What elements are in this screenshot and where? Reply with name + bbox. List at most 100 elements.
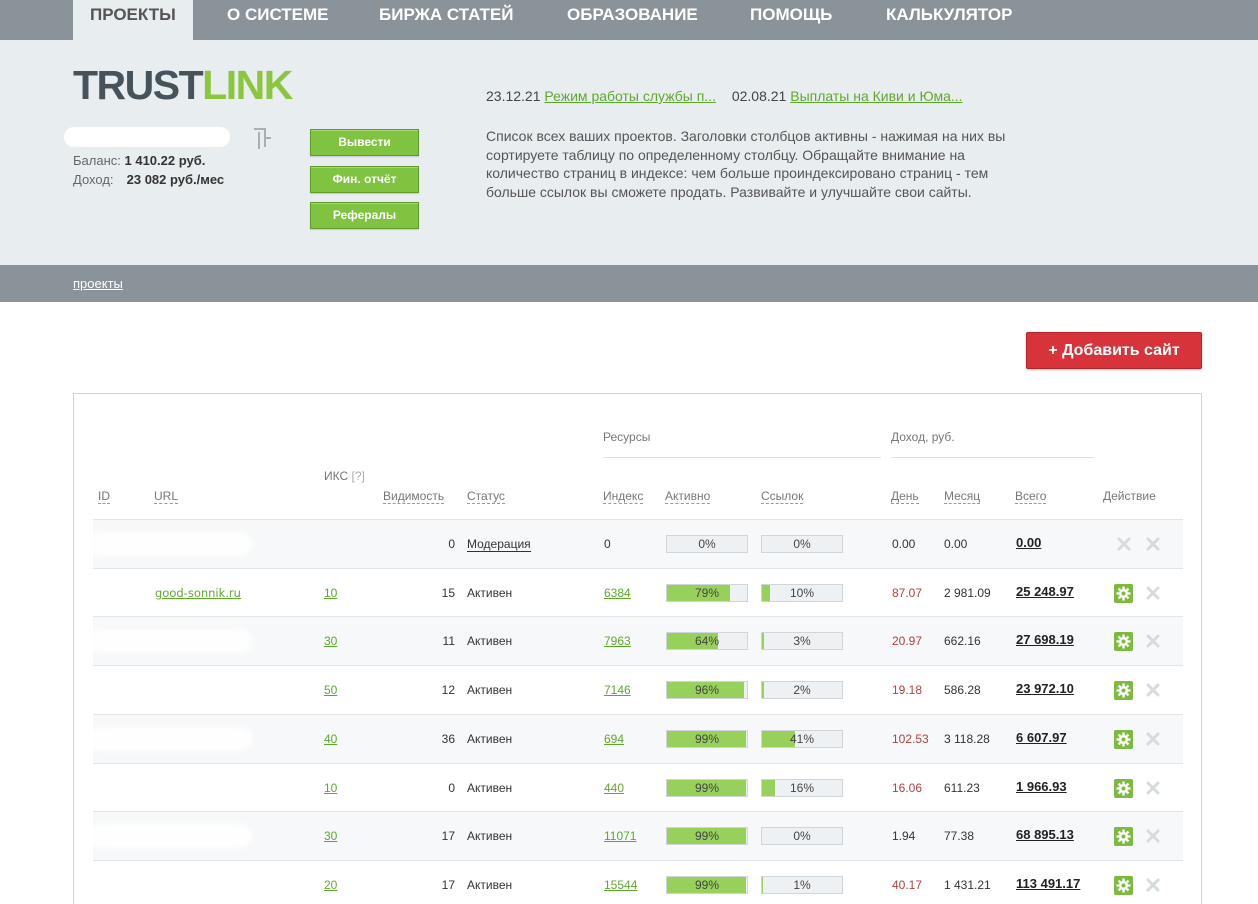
tab-about[interactable]: О СИСТЕМЕ: [227, 0, 329, 40]
delete-icon[interactable]: [1145, 536, 1161, 552]
settings-gear-icon[interactable]: [1114, 584, 1133, 603]
income-total-link[interactable]: 25 248.97: [1016, 585, 1074, 599]
breadcrumb-projects[interactable]: проекты: [73, 276, 123, 291]
col-visibility[interactable]: Видимость: [383, 489, 445, 504]
visibility-value: 0: [448, 537, 455, 551]
iks-link[interactable]: 30: [324, 634, 337, 648]
iks-link[interactable]: 30: [324, 829, 337, 843]
financial-report-button[interactable]: Фин. отчёт: [310, 166, 419, 193]
delete-icon[interactable]: [1145, 877, 1161, 893]
iks-help-link[interactable]: [?]: [352, 469, 365, 483]
tab-article-exchange[interactable]: БИРЖА СТАТЕЙ: [379, 0, 513, 40]
iks-link[interactable]: 20: [324, 878, 337, 892]
tab-help[interactable]: ПОМОЩЬ: [750, 0, 832, 40]
referrals-button[interactable]: Рефералы: [310, 202, 419, 229]
income-total-link[interactable]: 0.00: [1016, 536, 1041, 550]
hidden-project-name: [93, 827, 249, 845]
iks-link[interactable]: 40: [324, 732, 337, 746]
index-link[interactable]: 7146: [604, 683, 631, 697]
col-links[interactable]: Ссылок: [761, 489, 804, 504]
settings-gear-icon[interactable]: [1114, 779, 1133, 798]
income-total-link[interactable]: 1 966.93: [1016, 780, 1067, 794]
active-percent: 99%: [694, 878, 720, 892]
settings-gear-icon[interactable]: [1114, 827, 1133, 846]
index-link[interactable]: 440: [604, 781, 624, 795]
settings-gear-icon[interactable]: [1114, 632, 1133, 651]
breadcrumb-bar: проекты: [0, 265, 1258, 302]
project-url-link[interactable]: good-sonnik.ru: [155, 586, 241, 600]
col-total[interactable]: Всего: [1015, 489, 1047, 504]
status-text[interactable]: Модерация: [467, 537, 531, 552]
col-index[interactable]: Индекс: [603, 489, 644, 504]
col-status[interactable]: Статус: [467, 489, 505, 504]
iks-link[interactable]: 10: [324, 781, 337, 795]
delete-icon[interactable]: [1145, 585, 1161, 601]
hidden-project-name: [93, 535, 249, 553]
col-action: Действие: [1103, 489, 1156, 503]
index-link[interactable]: 6384: [604, 586, 631, 600]
links-percent: 1%: [793, 878, 811, 892]
income-total-link[interactable]: 27 698.19: [1016, 633, 1074, 647]
active-percent: 79%: [694, 586, 720, 600]
income-total-link[interactable]: 113 491.17: [1016, 877, 1080, 891]
income-total-link[interactable]: 68 895.13: [1016, 828, 1074, 842]
visibility-value: 12: [441, 683, 455, 697]
income-total-link[interactable]: 6 607.97: [1016, 731, 1067, 745]
visibility-value: 11: [442, 634, 455, 648]
settings-gear-icon[interactable]: [1114, 876, 1133, 895]
index-link[interactable]: 15544: [604, 878, 637, 892]
active-progress: 99%: [666, 827, 748, 845]
news-link[interactable]: Режим работы службы п...: [544, 88, 716, 104]
income-day: 102.53: [892, 732, 929, 746]
income-month: 662.16: [944, 634, 981, 648]
settings-gear-icon[interactable]: [1114, 681, 1133, 700]
tab-projects[interactable]: ПРОЕКТЫ: [73, 0, 193, 40]
links-percent: 10%: [789, 586, 815, 600]
active-percent: 99%: [694, 781, 720, 795]
income-month: 0.00: [944, 537, 968, 551]
index-link[interactable]: 7963: [604, 634, 631, 648]
iks-link[interactable]: 50: [324, 683, 337, 697]
index-link[interactable]: 694: [604, 732, 624, 746]
income-month: 611.23: [944, 781, 980, 795]
col-day[interactable]: День: [891, 489, 919, 504]
income-day: 1.94: [892, 829, 916, 843]
trustlink-logo[interactable]: TRUSTLINK: [73, 65, 293, 106]
hidden-project-name: [93, 681, 249, 699]
income-total-link[interactable]: 23 972.10: [1016, 682, 1074, 696]
iks-link[interactable]: 10: [324, 586, 337, 600]
table-row: 10 0 Активен 440 99% 16% 16.06 611.23 1 966.93: [93, 763, 1183, 812]
delete-icon[interactable]: [1145, 633, 1161, 649]
links-progress: 0%: [761, 827, 843, 845]
links-progress: 0%: [761, 535, 843, 553]
active-percent: 99%: [694, 829, 720, 843]
visibility-value: 17: [441, 829, 455, 843]
news-link[interactable]: Выплаты на Киви и Юма...: [790, 88, 962, 104]
status-text: Активен: [467, 829, 513, 843]
table-row: 0 Модерация 0 0% 0% 0.00 0.00 0.00: [93, 519, 1183, 568]
settings-gear-icon[interactable]: [1114, 730, 1133, 749]
top-nav: ПРОЕКТЫ О СИСТЕМЕ БИРЖА СТАТЕЙ ОБРАЗОВАН…: [0, 0, 1258, 40]
col-iks[interactable]: ИКС [?]: [324, 469, 365, 483]
tab-education[interactable]: ОБРАЗОВАНИЕ: [567, 0, 698, 40]
delete-icon[interactable]: [1145, 828, 1161, 844]
logout-icon[interactable]: [251, 126, 273, 150]
withdraw-button[interactable]: Вывести: [310, 129, 419, 156]
income-month: 1 431.21: [944, 878, 991, 892]
index-link[interactable]: 11071: [604, 829, 636, 843]
projects-table: Ресурсы Доход, руб. ID URL ИКС [?] Видим…: [73, 393, 1202, 904]
col-id[interactable]: ID: [98, 489, 110, 504]
status-text: Активен: [467, 878, 513, 892]
active-progress: 64%: [666, 632, 748, 650]
income-label: Доход:: [73, 172, 114, 187]
col-month[interactable]: Месяц: [944, 489, 981, 504]
col-active[interactable]: Активно: [665, 489, 711, 504]
delete-icon[interactable]: [1145, 780, 1161, 796]
tab-calculator[interactable]: КАЛЬКУЛЯТОР: [886, 0, 1012, 40]
delete-icon[interactable]: [1145, 682, 1161, 698]
disabled-settings-icon: [1117, 537, 1131, 551]
active-progress: 0%: [666, 535, 748, 553]
delete-icon[interactable]: [1145, 731, 1161, 747]
col-url[interactable]: URL: [154, 489, 179, 504]
add-site-button[interactable]: + Добавить сайт: [1026, 332, 1202, 369]
